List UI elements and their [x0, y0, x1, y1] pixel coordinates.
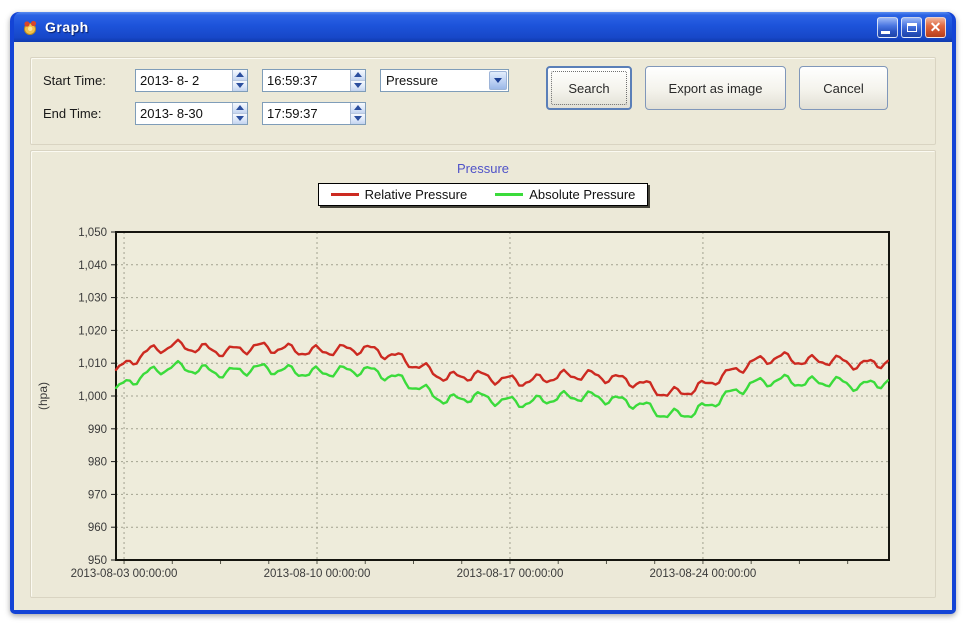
legend-line-swatch	[495, 193, 523, 196]
start-date-spinner	[232, 70, 247, 91]
chart-canvas: 950 960 970 980 990 1,000 1,010 1,020 1,030 1,040…	[31, 210, 935, 588]
maximize-icon	[907, 23, 917, 32]
spin-up-icon	[354, 105, 362, 110]
close-icon: ✕	[930, 20, 942, 34]
end-clock-spinner	[350, 103, 365, 124]
minimize-icon	[881, 31, 890, 34]
svg-text:2013-08-03 00:00:00: 2013-08-03 00:00:00	[71, 568, 178, 580]
start-clock-spinner	[350, 70, 365, 91]
metric-select[interactable]: Pressure	[380, 69, 509, 92]
svg-text:1,010: 1,010	[78, 358, 107, 370]
svg-text:1,000: 1,000	[78, 391, 107, 403]
end-time-label: End Time:	[43, 106, 135, 121]
chart-title: Pressure	[31, 161, 935, 176]
svg-text:(hpa): (hpa)	[36, 382, 50, 410]
svg-text:970: 970	[88, 489, 107, 501]
search-button[interactable]: Search	[546, 66, 632, 110]
chart-area: 950 960 970 980 990 1,000 1,010 1,020 1,030 1,040…	[31, 210, 935, 593]
svg-text:2013-08-17 00:00:00: 2013-08-17 00:00:00	[457, 568, 564, 580]
end-date-input[interactable]	[136, 103, 232, 124]
start-date-down-button[interactable]	[233, 80, 247, 91]
app-icon	[22, 19, 39, 36]
svg-text:1,040: 1,040	[78, 260, 107, 272]
graph-window: Graph ✕ Start Time:	[10, 12, 956, 614]
start-clock-input[interactable]	[263, 70, 350, 91]
end-clock-up-button[interactable]	[351, 103, 365, 113]
titlebar[interactable]: Graph ✕	[14, 12, 952, 42]
svg-text:2013-08-10 00:00:00: 2013-08-10 00:00:00	[264, 568, 371, 580]
svg-text:1,050: 1,050	[78, 227, 107, 239]
end-time-row: End Time:	[43, 101, 509, 125]
spin-down-icon	[354, 116, 362, 121]
cancel-button[interactable]: Cancel	[799, 66, 888, 110]
start-date-input[interactable]	[136, 70, 232, 91]
start-clock-down-button[interactable]	[351, 80, 365, 91]
end-date-spinner	[232, 103, 247, 124]
client-area: Start Time:	[14, 42, 952, 610]
chevron-down-icon	[494, 78, 502, 83]
maximize-button[interactable]	[901, 17, 922, 38]
svg-text:2013-08-24 00:00:00: 2013-08-24 00:00:00	[650, 568, 757, 580]
close-button[interactable]: ✕	[925, 17, 946, 38]
spin-up-icon	[236, 72, 244, 77]
window-title: Graph	[45, 19, 874, 35]
legend-label: Relative Pressure	[365, 187, 468, 202]
svg-text:1,030: 1,030	[78, 293, 107, 305]
end-clock-input[interactable]	[263, 103, 350, 124]
spin-up-icon	[236, 105, 244, 110]
start-clock-up-button[interactable]	[351, 70, 365, 80]
legend-label: Absolute Pressure	[529, 187, 635, 202]
action-buttons: Search Export as image Cancel	[546, 66, 901, 110]
start-time-row: Start Time:	[43, 68, 509, 92]
svg-text:950: 950	[88, 555, 107, 567]
export-as-image-button[interactable]: Export as image	[645, 66, 786, 110]
spin-down-icon	[236, 83, 244, 88]
spin-down-icon	[354, 83, 362, 88]
spin-down-icon	[236, 116, 244, 121]
minimize-button[interactable]	[877, 17, 898, 38]
start-date-up-button[interactable]	[233, 70, 247, 80]
metric-select-value: Pressure	[381, 70, 488, 91]
svg-text:1,020: 1,020	[78, 325, 107, 337]
end-date-up-button[interactable]	[233, 103, 247, 113]
end-date-down-button[interactable]	[233, 113, 247, 124]
end-date-field	[135, 102, 248, 125]
svg-text:980: 980	[88, 457, 107, 469]
time-fields: Start Time:	[43, 68, 509, 125]
svg-text:990: 990	[88, 424, 107, 436]
query-form-panel: Start Time:	[30, 57, 936, 145]
start-date-field	[135, 69, 248, 92]
legend-line-swatch	[331, 193, 359, 196]
start-clock-field	[262, 69, 366, 92]
legend-item: Relative Pressure	[331, 187, 468, 202]
start-time-label: Start Time:	[43, 73, 135, 88]
svg-text:960: 960	[88, 522, 107, 534]
end-clock-down-button[interactable]	[351, 113, 365, 124]
spin-up-icon	[354, 72, 362, 77]
chart-legend: Relative Pressure Absolute Pressure	[318, 183, 649, 206]
end-clock-field	[262, 102, 366, 125]
chart-panel: Pressure Relative Pressure Absolute Press…	[30, 150, 936, 598]
combo-dropdown-button[interactable]	[489, 71, 507, 90]
legend-item: Absolute Pressure	[495, 187, 635, 202]
